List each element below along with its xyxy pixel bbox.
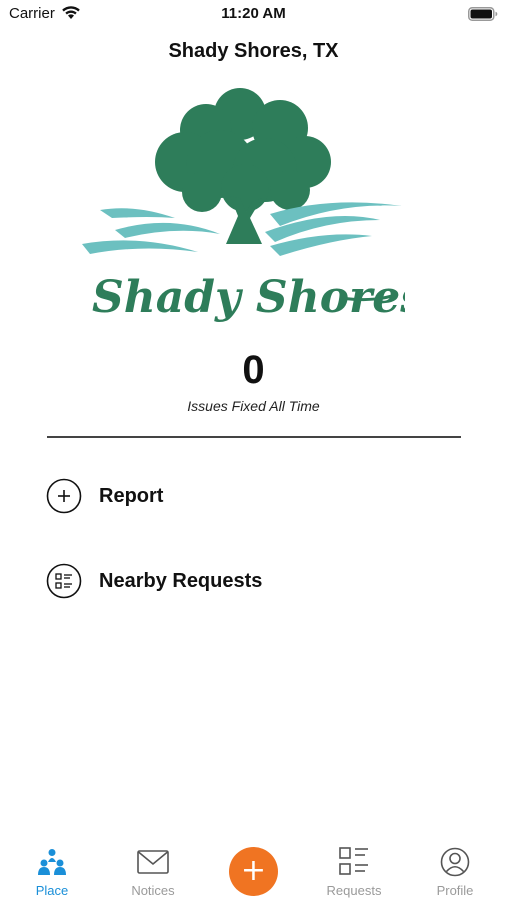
page-title: Shady Shores, TX	[168, 40, 339, 62]
tab-place[interactable]: Place	[7, 830, 97, 900]
battery-icon	[468, 7, 498, 26]
nearby-requests-label: Nearby Requests	[99, 569, 263, 592]
divider	[47, 436, 461, 438]
tab-profile[interactable]: Profile	[410, 830, 500, 900]
new-report-fab[interactable]: +	[229, 847, 278, 896]
plus-circle-icon	[46, 478, 82, 514]
nearby-requests-button[interactable]: Nearby Requests	[46, 561, 466, 601]
place-people-icon	[7, 845, 97, 879]
report-button[interactable]: Report	[46, 476, 466, 516]
requests-list-icon	[309, 845, 399, 879]
tab-requests-label: Requests	[326, 883, 382, 898]
shady-shores-logo: Shady Shores	[80, 84, 425, 334]
tab-notices[interactable]: Notices	[108, 830, 198, 900]
profile-icon	[410, 845, 500, 879]
mail-icon	[108, 845, 198, 879]
tab-profile-label: Profile	[436, 883, 474, 898]
tab-place-label: Place	[35, 883, 69, 898]
status-bar: Carrier 11:20 AM	[0, 0, 507, 28]
tab-bar: Place Notices + Requests Profile	[0, 830, 507, 900]
list-circle-icon	[46, 563, 82, 599]
issues-fixed-label: Issues Fixed All Time	[187, 398, 320, 414]
tab-requests[interactable]: Requests	[309, 830, 399, 900]
logo-wordmark: Shady Shores	[92, 272, 405, 323]
tab-notices-label: Notices	[131, 883, 175, 898]
plus-icon: +	[240, 852, 267, 888]
status-time: 11:20 AM	[221, 5, 286, 22]
report-label: Report	[99, 484, 164, 507]
issues-fixed-count: 0	[242, 348, 265, 392]
